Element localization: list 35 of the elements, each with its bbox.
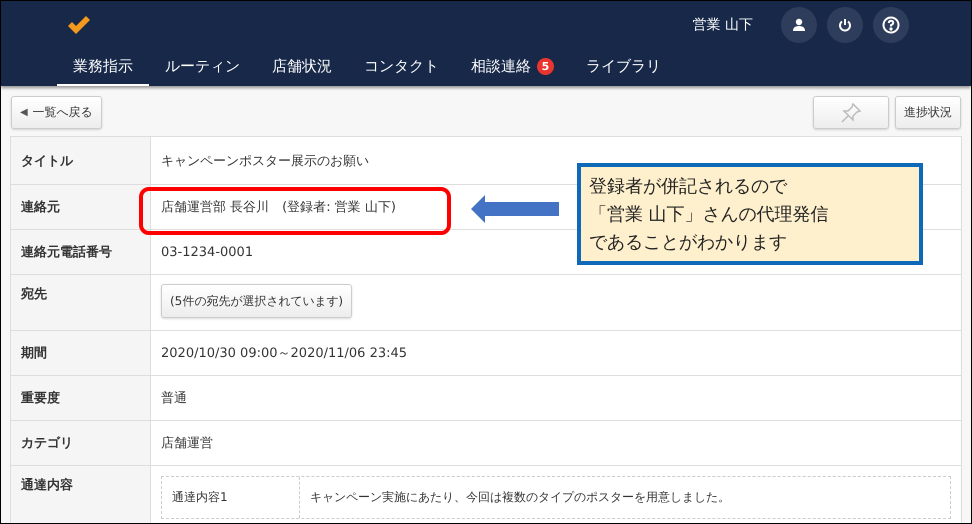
- count-badge: 5: [537, 58, 554, 75]
- callout-line: であることがわかります: [589, 231, 787, 255]
- field-label: 重要度: [11, 376, 151, 421]
- detail-value: 普通: [161, 390, 187, 407]
- user-name: 営業 山下: [692, 16, 753, 34]
- help-icon[interactable]: [873, 7, 909, 43]
- nav-tab[interactable]: ルーティン: [149, 49, 256, 86]
- field-label: 期間: [11, 331, 151, 376]
- progress-button[interactable]: 進捗状況: [895, 96, 961, 129]
- callout-line: 登録者が併記されるので: [589, 175, 787, 199]
- field-label: 通達内容: [11, 466, 151, 523]
- content-label: 通達内容1: [162, 477, 300, 518]
- detail-value: 店舗運営部 長谷川 (登録者: 営業 山下): [161, 199, 396, 216]
- callout-line: 「営業 山下」さんの代理発信: [589, 203, 829, 227]
- recipients-button[interactable]: (5件の宛先が選択されています): [161, 284, 352, 318]
- nav-tab[interactable]: 相談連絡 5: [455, 49, 570, 86]
- user-icon[interactable]: [781, 7, 817, 43]
- field-label: 連絡元電話番号: [11, 230, 151, 275]
- detail-value: 2020/10/30 09:00～2020/11/06 23:45: [161, 345, 408, 362]
- nav-tab[interactable]: コンタクト: [348, 49, 455, 86]
- nav-tab[interactable]: ライブラリ: [570, 49, 677, 86]
- detail-value: キャンペーンポスター展示のお願い: [161, 152, 369, 170]
- checkmark-logo: [67, 15, 91, 35]
- power-icon[interactable]: [827, 7, 863, 43]
- field-label: タイトル: [11, 137, 151, 185]
- detail-value: 店舗運営: [161, 435, 213, 452]
- content-text: キャンペーン実施にあたり、今回は複数のタイプのポスターを用意しました。: [309, 489, 731, 506]
- pin-icon: [840, 102, 862, 124]
- nav-tab[interactable]: 業務指示: [57, 49, 149, 86]
- back-button[interactable]: ◀ 一覧へ戻る: [11, 96, 102, 129]
- field-label: 連絡元: [11, 185, 151, 230]
- field-label: 宛先: [11, 275, 151, 331]
- nav-tab[interactable]: 店舗状況: [256, 49, 348, 86]
- detail-value: 03-1234-0001: [161, 244, 254, 260]
- field-label: カテゴリ: [11, 421, 151, 466]
